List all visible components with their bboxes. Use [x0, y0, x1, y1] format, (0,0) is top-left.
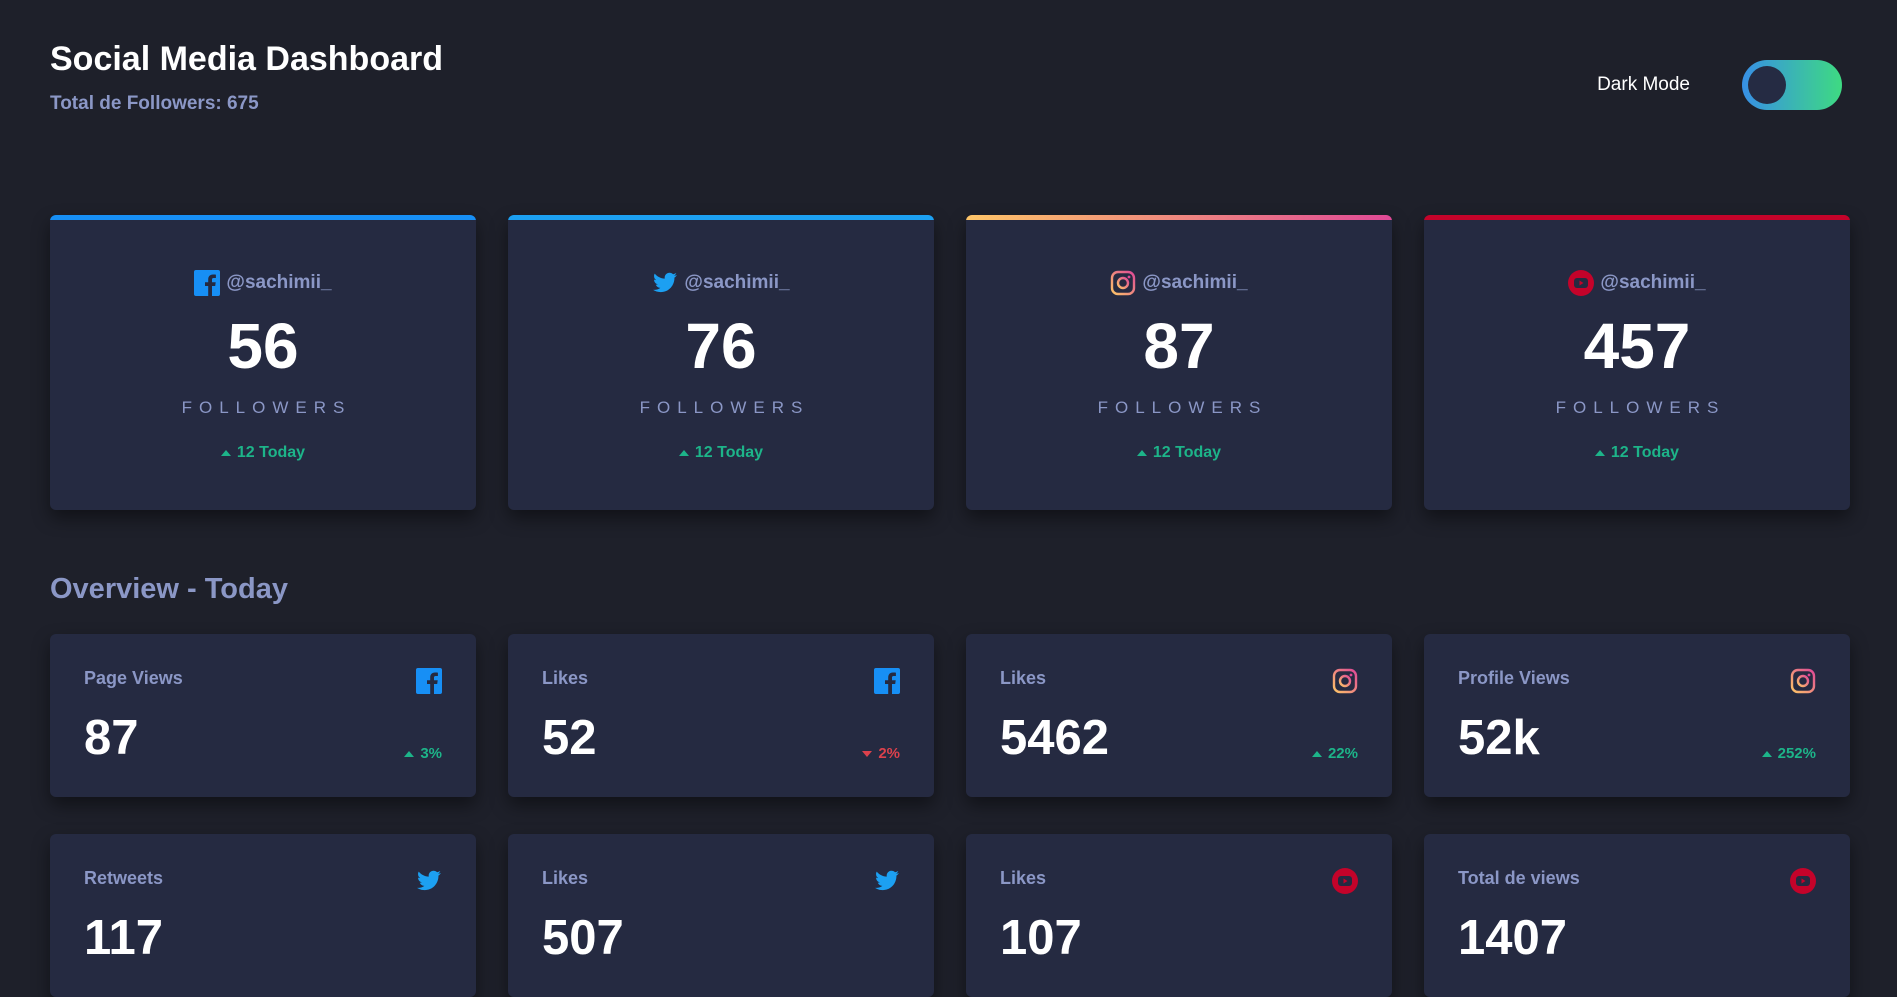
- dark-mode-label: Dark Mode: [1597, 74, 1690, 95]
- overview-card-facebook-page-views[interactable]: Page Views 87 3%: [50, 634, 476, 797]
- account-handle: @sachimii_: [1568, 269, 1706, 296]
- metric-label: Likes: [1000, 868, 1047, 888]
- metric-change: 252%: [1761, 745, 1816, 762]
- twitter-icon: [416, 868, 442, 894]
- arrow-up-icon: [404, 750, 415, 757]
- overview-title: Overview - Today: [50, 573, 288, 605]
- arrow-up-icon: [220, 449, 231, 456]
- facebook-icon: [874, 668, 900, 694]
- overview-card-instagram-likes[interactable]: Likes 5462 22%: [966, 634, 1392, 797]
- follower-card-youtube[interactable]: @sachimii_ 457 FOLLOWERS 12 Today: [1424, 215, 1850, 510]
- arrow-up-icon: [1136, 449, 1147, 456]
- metric-value: 52: [542, 711, 597, 765]
- metric-change: 3%: [404, 745, 442, 762]
- metric-label: Likes: [542, 868, 589, 888]
- metric-label: Total de views: [1458, 868, 1580, 888]
- account-handle: @sachimii_: [194, 269, 332, 296]
- twitter-icon: [652, 270, 678, 296]
- youtube-icon: [1568, 269, 1595, 296]
- arrow-up-icon: [678, 449, 689, 456]
- twitter-icon: [874, 868, 900, 894]
- metric-label: Retweets: [84, 868, 164, 888]
- toggle-knob: [1748, 66, 1786, 104]
- today-change: 12 Today: [1594, 444, 1679, 462]
- metric-label: Page Views: [84, 668, 183, 688]
- followers-label: FOLLOWERS: [1097, 397, 1268, 417]
- page-title: Social Media Dashboard: [50, 40, 443, 78]
- followers-label: FOLLOWERS: [639, 397, 810, 417]
- arrow-up-icon: [1311, 750, 1322, 757]
- overview-grid: Page Views 87 3% Likes 52 2% Likes 5462 …: [50, 634, 1850, 997]
- today-change: 12 Today: [1136, 444, 1221, 462]
- follower-card-facebook[interactable]: @sachimii_ 56 FOLLOWERS 12 Today: [50, 215, 476, 510]
- metric-value: 107: [1000, 911, 1082, 965]
- metric-value: 1407: [1458, 911, 1568, 965]
- metric-change: 2%: [862, 745, 900, 762]
- follower-count: 457: [1583, 309, 1691, 382]
- overview-card-instagram-profile-views[interactable]: Profile Views 52k 252%: [1424, 634, 1850, 797]
- card-accent-bar: [966, 215, 1392, 220]
- overview-card-twitter-likes[interactable]: Likes 507: [508, 834, 934, 997]
- dark-mode-control: Dark Mode: [1597, 60, 1842, 110]
- card-accent-bar: [508, 215, 934, 220]
- arrow-up-icon: [1761, 750, 1772, 757]
- youtube-icon: [1790, 868, 1816, 894]
- followers-label: FOLLOWERS: [181, 397, 352, 417]
- header: Social Media Dashboard Total de Follower…: [50, 40, 443, 115]
- metric-label: Likes: [1000, 668, 1047, 688]
- facebook-icon: [194, 269, 221, 296]
- today-change: 12 Today: [678, 444, 763, 462]
- metric-value: 52k: [1458, 711, 1540, 765]
- follower-card-twitter[interactable]: @sachimii_ 76 FOLLOWERS 12 Today: [508, 215, 934, 510]
- account-handle: @sachimii_: [652, 270, 790, 296]
- youtube-icon: [1332, 868, 1358, 894]
- follower-card-instagram[interactable]: @sachimii_ 87 FOLLOWERS 12 Today: [966, 215, 1392, 510]
- facebook-icon: [416, 668, 442, 694]
- instagram-icon: [1110, 270, 1136, 296]
- metric-label: Profile Views: [1458, 668, 1570, 688]
- dark-mode-toggle[interactable]: [1742, 60, 1842, 110]
- follower-count: 56: [227, 309, 299, 382]
- metric-value: 87: [84, 711, 139, 765]
- card-accent-bar: [50, 215, 476, 220]
- overview-card-twitter-retweets[interactable]: Retweets 117: [50, 834, 476, 997]
- metric-value: 5462: [1000, 711, 1110, 765]
- metric-label: Likes: [542, 668, 589, 688]
- followers-label: FOLLOWERS: [1555, 397, 1726, 417]
- overview-card-youtube-likes[interactable]: Likes 107: [966, 834, 1392, 997]
- metric-value: 507: [542, 911, 624, 965]
- metric-change: 22%: [1311, 745, 1358, 762]
- overview-card-facebook-likes[interactable]: Likes 52 2%: [508, 634, 934, 797]
- follower-count: 76: [685, 309, 757, 382]
- arrow-down-icon: [862, 750, 873, 757]
- card-accent-bar: [1424, 215, 1850, 220]
- arrow-up-icon: [1594, 449, 1605, 456]
- instagram-icon: [1790, 668, 1816, 694]
- follower-count: 87: [1143, 309, 1215, 382]
- followers-cards: @sachimii_ 56 FOLLOWERS 12 Today @sachim…: [50, 215, 1850, 510]
- account-handle: @sachimii_: [1110, 270, 1248, 296]
- today-change: 12 Today: [220, 444, 305, 462]
- metric-value: 117: [84, 911, 164, 965]
- instagram-icon: [1332, 668, 1358, 694]
- total-followers: Total de Followers: 675: [50, 93, 259, 114]
- overview-card-youtube-total-views[interactable]: Total de views 1407: [1424, 834, 1850, 997]
